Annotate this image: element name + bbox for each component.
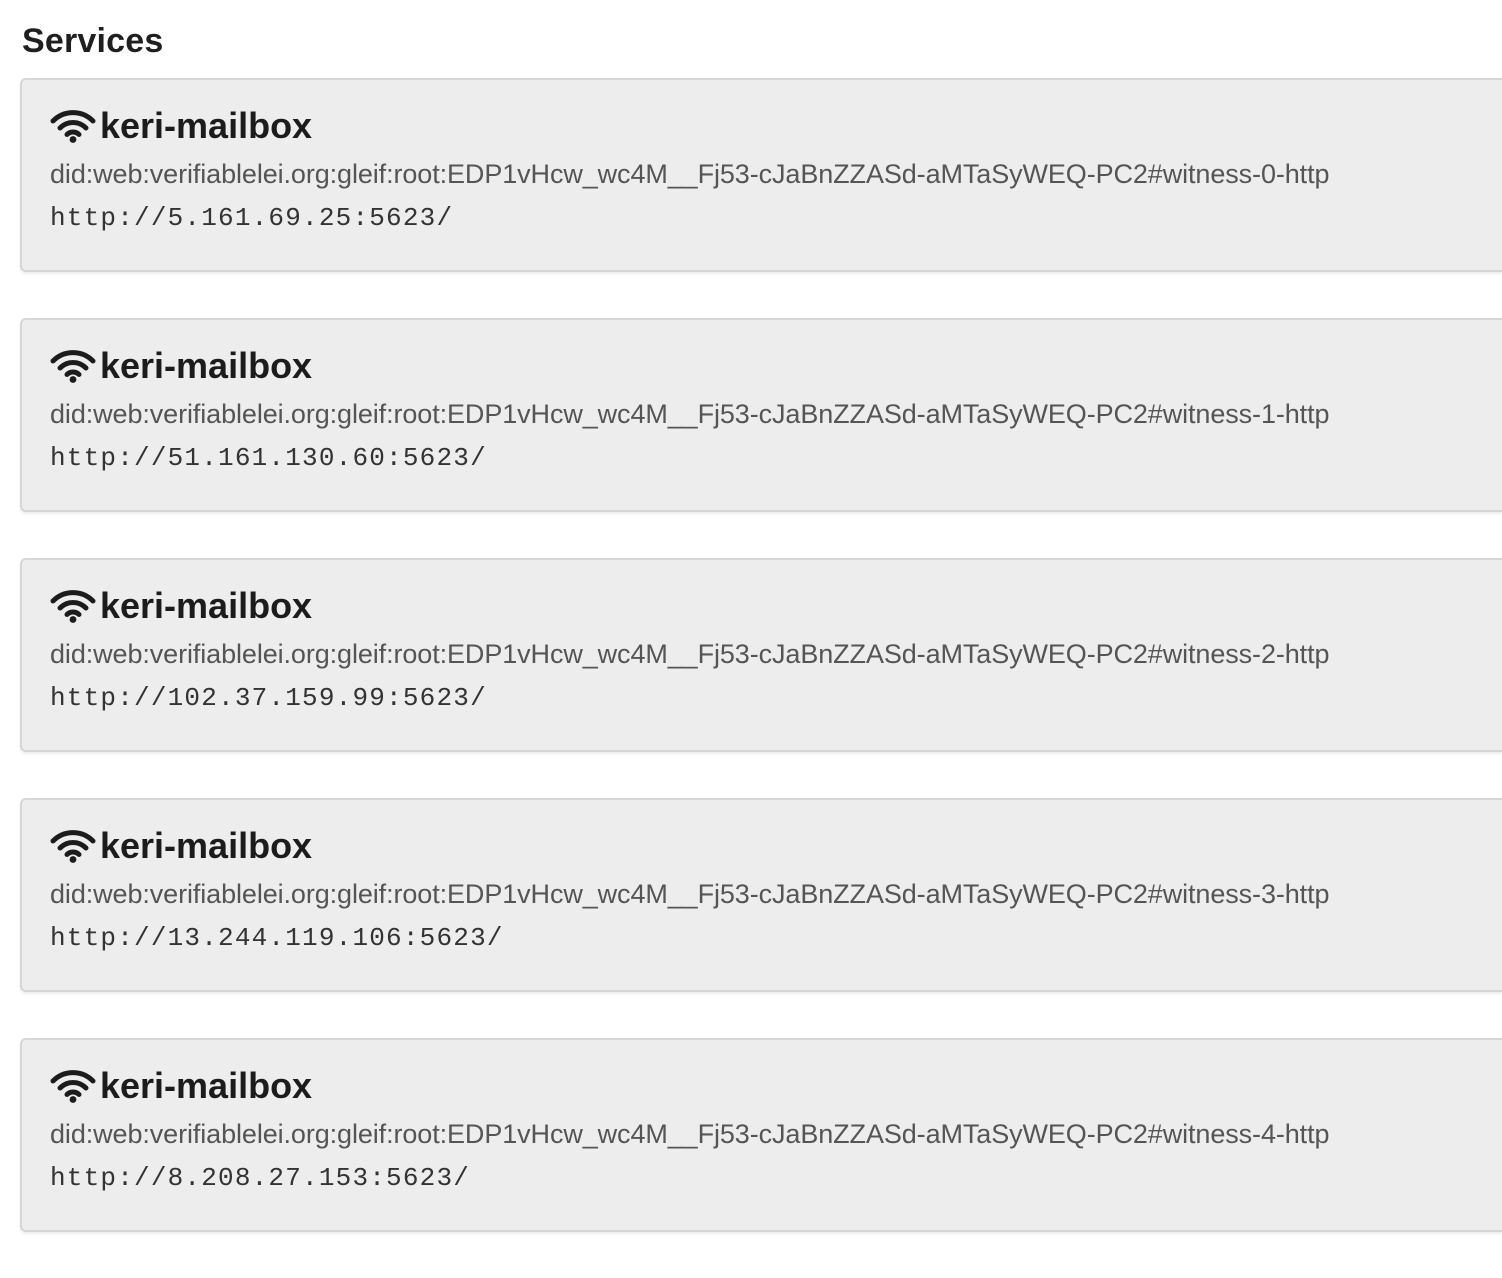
- service-card: keri-mailbox did:web:verifiablelei.org:g…: [20, 558, 1502, 752]
- wifi-icon: [50, 829, 96, 863]
- services-heading: Services: [22, 22, 164, 60]
- service-endpoint[interactable]: http://8.208.27.153:5623/: [50, 1160, 1502, 1196]
- service-card-header: keri-mailbox: [50, 1062, 1502, 1110]
- service-endpoint[interactable]: http://102.37.159.99:5623/: [50, 680, 1502, 716]
- service-card: keri-mailbox did:web:verifiablelei.org:g…: [20, 318, 1502, 512]
- service-type: keri-mailbox: [100, 585, 313, 626]
- service-type: keri-mailbox: [100, 1065, 313, 1106]
- service-id: did:web:verifiablelei.org:gleif:root:EDP…: [50, 639, 1330, 669]
- service-endpoint[interactable]: http://51.161.130.60:5623/: [50, 440, 1502, 476]
- service-type: keri-mailbox: [100, 345, 313, 386]
- service-id: did:web:verifiablelei.org:gleif:root:EDP…: [50, 399, 1330, 429]
- wifi-icon: [50, 1069, 96, 1103]
- service-endpoint[interactable]: http://13.244.119.106:5623/: [50, 920, 1502, 956]
- service-id: did:web:verifiablelei.org:gleif:root:EDP…: [50, 1119, 1330, 1149]
- service-card-header: keri-mailbox: [50, 342, 1502, 390]
- service-type: keri-mailbox: [100, 825, 313, 866]
- service-id: did:web:verifiablelei.org:gleif:root:EDP…: [50, 159, 1330, 189]
- wifi-icon: [50, 589, 96, 623]
- service-card-header: keri-mailbox: [50, 582, 1502, 630]
- service-card: keri-mailbox did:web:verifiablelei.org:g…: [20, 1038, 1502, 1232]
- wifi-icon: [50, 349, 96, 383]
- wifi-icon: [50, 109, 96, 143]
- service-endpoint[interactable]: http://5.161.69.25:5623/: [50, 200, 1502, 236]
- service-type: keri-mailbox: [100, 105, 313, 146]
- service-id: did:web:verifiablelei.org:gleif:root:EDP…: [50, 879, 1330, 909]
- service-card-header: keri-mailbox: [50, 822, 1502, 870]
- service-card: keri-mailbox did:web:verifiablelei.org:g…: [20, 78, 1502, 272]
- services-list: keri-mailbox did:web:verifiablelei.org:g…: [20, 78, 1502, 1278]
- service-card: keri-mailbox did:web:verifiablelei.org:g…: [20, 798, 1502, 992]
- service-card-header: keri-mailbox: [50, 102, 1502, 150]
